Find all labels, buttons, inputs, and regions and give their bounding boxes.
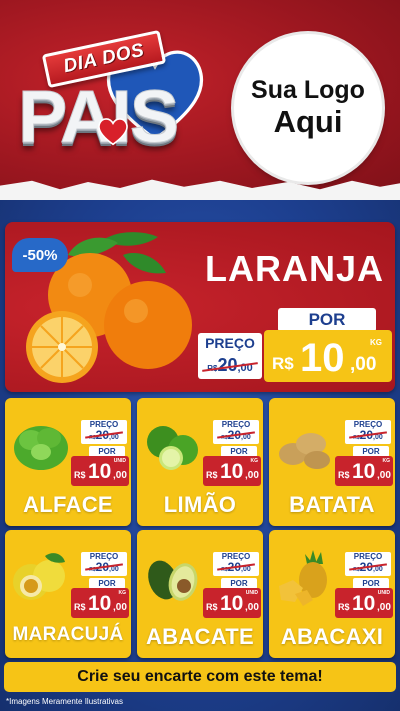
potato-icon — [279, 433, 330, 469]
price-currency: R$ — [272, 354, 294, 373]
product-card-batata: PREÇO R$20,00 POR R$ 10 ,00 KG BATATA — [269, 398, 395, 526]
footnote: *Imagens Meramente Ilustrativas — [6, 697, 123, 706]
price-unit: UNID — [113, 458, 126, 464]
product-card-abacaxi: PREÇO R$20,00 POR R$ 10 ,00 UNID ABACAXI — [269, 530, 395, 658]
price-cents: ,00 — [245, 602, 259, 613]
cta-banner[interactable]: Crie seu encarte com este tema! — [4, 662, 396, 692]
logo-text-line1: Sua Logo — [251, 76, 365, 105]
price-currency: R$ — [74, 470, 86, 480]
product-name: BATATA — [289, 492, 375, 517]
old-price-cents: ,00 — [373, 566, 383, 573]
featured-price: R$ 10 ,00 KG — [264, 330, 392, 382]
price-box: R$ 10 ,00 UNID — [203, 588, 261, 618]
price-int: 10 — [220, 460, 244, 483]
product-name: ALFACE — [23, 492, 113, 517]
price-currency: R$ — [206, 602, 218, 612]
old-price-cents: ,00 — [373, 434, 383, 441]
lime-icon — [147, 426, 198, 470]
price-box: R$ 10 ,00 KG — [71, 588, 129, 618]
old-price-box: PREÇO R$20,00 — [345, 552, 391, 576]
old-price-cents: ,00 — [109, 434, 119, 441]
price-unit: KG — [250, 458, 259, 464]
old-price-box: PREÇO R$20,00 — [81, 420, 127, 444]
logo-placeholder[interactable]: Sua Logo Aqui — [234, 34, 382, 182]
old-price-cents: ,00 — [109, 566, 119, 573]
product-name: MARACUJÁ — [12, 624, 124, 645]
price-currency: R$ — [74, 602, 86, 612]
product-name: LIMÃO — [163, 492, 237, 517]
price-cents: ,00 — [113, 602, 127, 613]
old-price-box: PREÇO R$20,00 — [213, 552, 259, 576]
price-unit: KG — [382, 458, 391, 464]
price-unit: UNID — [377, 590, 390, 596]
price-currency: R$ — [338, 470, 350, 480]
por-label: POR — [278, 308, 376, 332]
old-price-cents: ,00 — [241, 566, 251, 573]
price-int: 10 — [220, 592, 244, 615]
price-currency: R$ — [206, 470, 218, 480]
price-unit: KG — [370, 338, 382, 347]
product-card-abacate: PREÇO R$20,00 POR R$ 10 ,00 UNID ABACATE — [137, 530, 263, 658]
torn-paper-divider — [0, 179, 400, 200]
heart-icon — [98, 118, 128, 146]
passion-fruit-icon — [13, 553, 65, 600]
product-card-alface: PREÇO R$20,00 POR R$ 10 ,00 UNID ALFACE — [5, 398, 131, 526]
price-cents: ,00 — [377, 602, 391, 613]
price-currency: R$ — [338, 602, 350, 612]
price-int: 10 — [352, 592, 376, 615]
price-int: 10 — [300, 336, 345, 380]
price-cents: ,00 — [245, 470, 259, 481]
price-int: 10 — [88, 460, 112, 483]
preco-label: PREÇO — [205, 335, 255, 351]
lettuce-icon — [14, 426, 68, 470]
logo-text-line2: Aqui — [273, 103, 343, 139]
product-card-limao: PREÇO R$20,00 POR R$ 10 ,00 KG LIMÃO — [137, 398, 263, 526]
price-cents: ,00 — [377, 470, 391, 481]
pineapple-icon — [279, 550, 327, 606]
old-price-box: PREÇO R$20,00 — [198, 333, 262, 379]
price-box: R$ 10 ,00 KG — [203, 456, 261, 486]
price-cents: ,00 — [350, 354, 377, 375]
product-name: ABACATE — [145, 624, 255, 649]
price-int: 10 — [352, 460, 376, 483]
price-box: R$ 10 ,00 UNID — [335, 588, 393, 618]
old-price-box: PREÇO R$20,00 — [81, 552, 127, 576]
featured-product-name: LARANJA — [205, 248, 385, 289]
old-price-box: PREÇO R$20,00 — [345, 420, 391, 444]
product-name: ABACAXI — [280, 624, 384, 649]
price-box: R$ 10 ,00 UNID — [71, 456, 129, 486]
price-unit: KG — [118, 590, 127, 596]
price-box: R$ 10 ,00 KG — [335, 456, 393, 486]
price-int: 10 — [88, 592, 112, 615]
header: DIA DOS PAIS Sua Logo Aqui — [0, 0, 400, 200]
old-price-cents: ,00 — [241, 434, 251, 441]
avocado-icon — [148, 560, 198, 601]
product-card-maracuja: PREÇO R$20,00 POR R$ 10 ,00 KG MARACUJÁ — [5, 530, 131, 658]
discount-badge: -50% — [12, 238, 68, 272]
price-unit: UNID — [245, 590, 258, 596]
old-price-box: PREÇO R$20,00 — [213, 420, 259, 444]
price-cents: ,00 — [113, 470, 127, 481]
